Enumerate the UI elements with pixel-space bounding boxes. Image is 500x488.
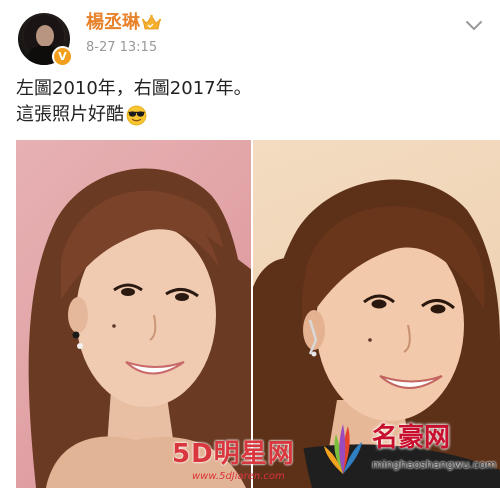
watermark-5d-url: www.5dJiaren.com [192,471,285,482]
watermark-minghao-text: 名豪网 [372,423,451,453]
author-name[interactable]: 楊丞琳 [86,12,140,34]
chevron-down-icon[interactable] [462,16,486,36]
avatar-face [36,25,54,47]
verified-icon: V [52,46,73,67]
post-timestamp: 8-27 13:15 [86,40,158,55]
watermark-5d-text: 5D明星网 [172,439,295,469]
watermark-minghao: 名豪网 minghaoshangwu.com [322,418,497,484]
cool-sunglasses-emoji-icon [126,105,147,125]
photo-left-2010 [16,140,252,488]
minghao-leaf-logo-icon [324,424,362,474]
photo-divider [251,140,253,488]
post-text-line: 左圖2010年，右圖2017年。 [16,76,486,102]
post-text-line-2: 這張照片好酷 [16,104,124,125]
weibo-post: V 楊丞琳 8-27 13:15 左圖2010年，右圖2017年。 這張照片好酷 [0,0,500,488]
watermark-minghao-url: minghaoshangwu.com [372,458,497,471]
post-text: 左圖2010年，右圖2017年。 這張照片好酷 [16,76,486,128]
post-text-line-1: 左圖2010年，右圖2017年。 [16,78,252,99]
post-text-line: 這張照片好酷 [16,102,486,128]
portrait-left-illustration [28,168,252,488]
vip-crown-icon [142,14,161,30]
